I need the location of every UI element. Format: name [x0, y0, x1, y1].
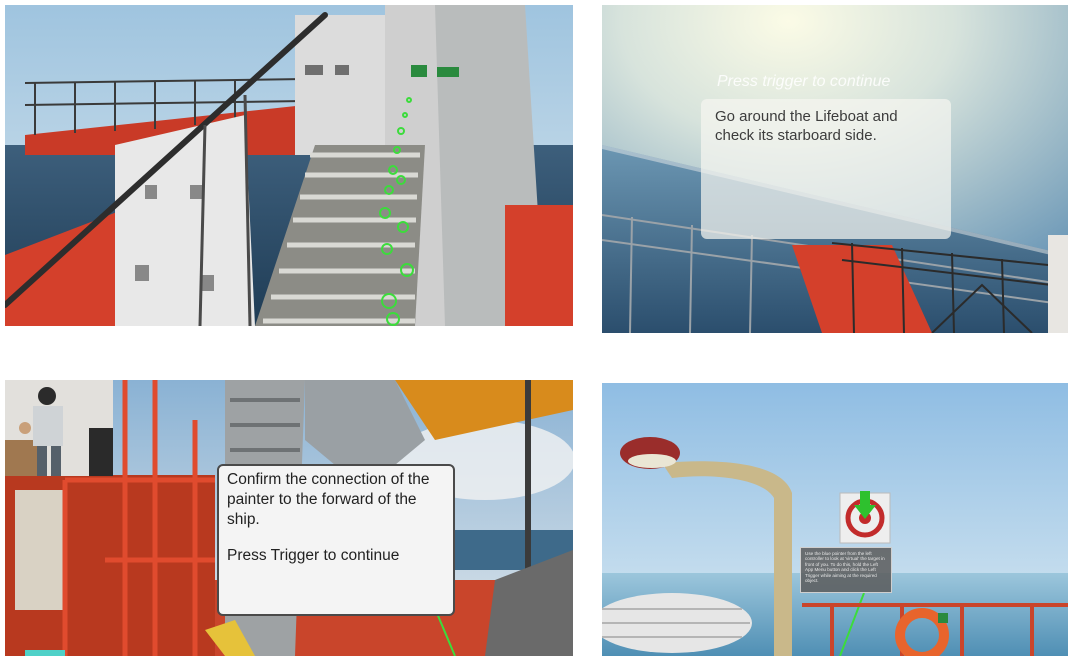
- continue-prompt: Press Trigger to continue: [227, 547, 400, 564]
- instruction-dialog[interactable]: Go around the Lifeboat and check its sta…: [701, 99, 951, 239]
- instruction-text: Confirm the connection of the painter to…: [227, 471, 430, 528]
- vr-panel-painter-connection: Confirm the connection of the painter to…: [5, 380, 573, 656]
- tutorial-tooltip: Use the blue pointer from the left contr…: [800, 547, 892, 593]
- tooltip-text: Use the blue pointer from the left contr…: [805, 551, 885, 584]
- instruction-text: Go around the Lifeboat and check its sta…: [715, 108, 898, 144]
- exit-sign-icon: [437, 67, 459, 77]
- user-webcam-inset: [5, 380, 113, 476]
- continue-hint: Press trigger to continue: [717, 73, 891, 90]
- vr-panel-target-tutorial: Use the blue pointer from the left contr…: [602, 383, 1068, 656]
- staircase-scene: [5, 5, 573, 326]
- vr-panel-lifeboat-check: Press trigger to continue Go around the …: [602, 5, 1068, 333]
- user-photo: [5, 380, 113, 476]
- vr-panel-staircase: [5, 5, 573, 326]
- bridge-wing-scene: [602, 383, 1068, 656]
- exit-sign-icon: [411, 65, 427, 77]
- instruction-dialog[interactable]: Confirm the connection of the painter to…: [217, 464, 455, 616]
